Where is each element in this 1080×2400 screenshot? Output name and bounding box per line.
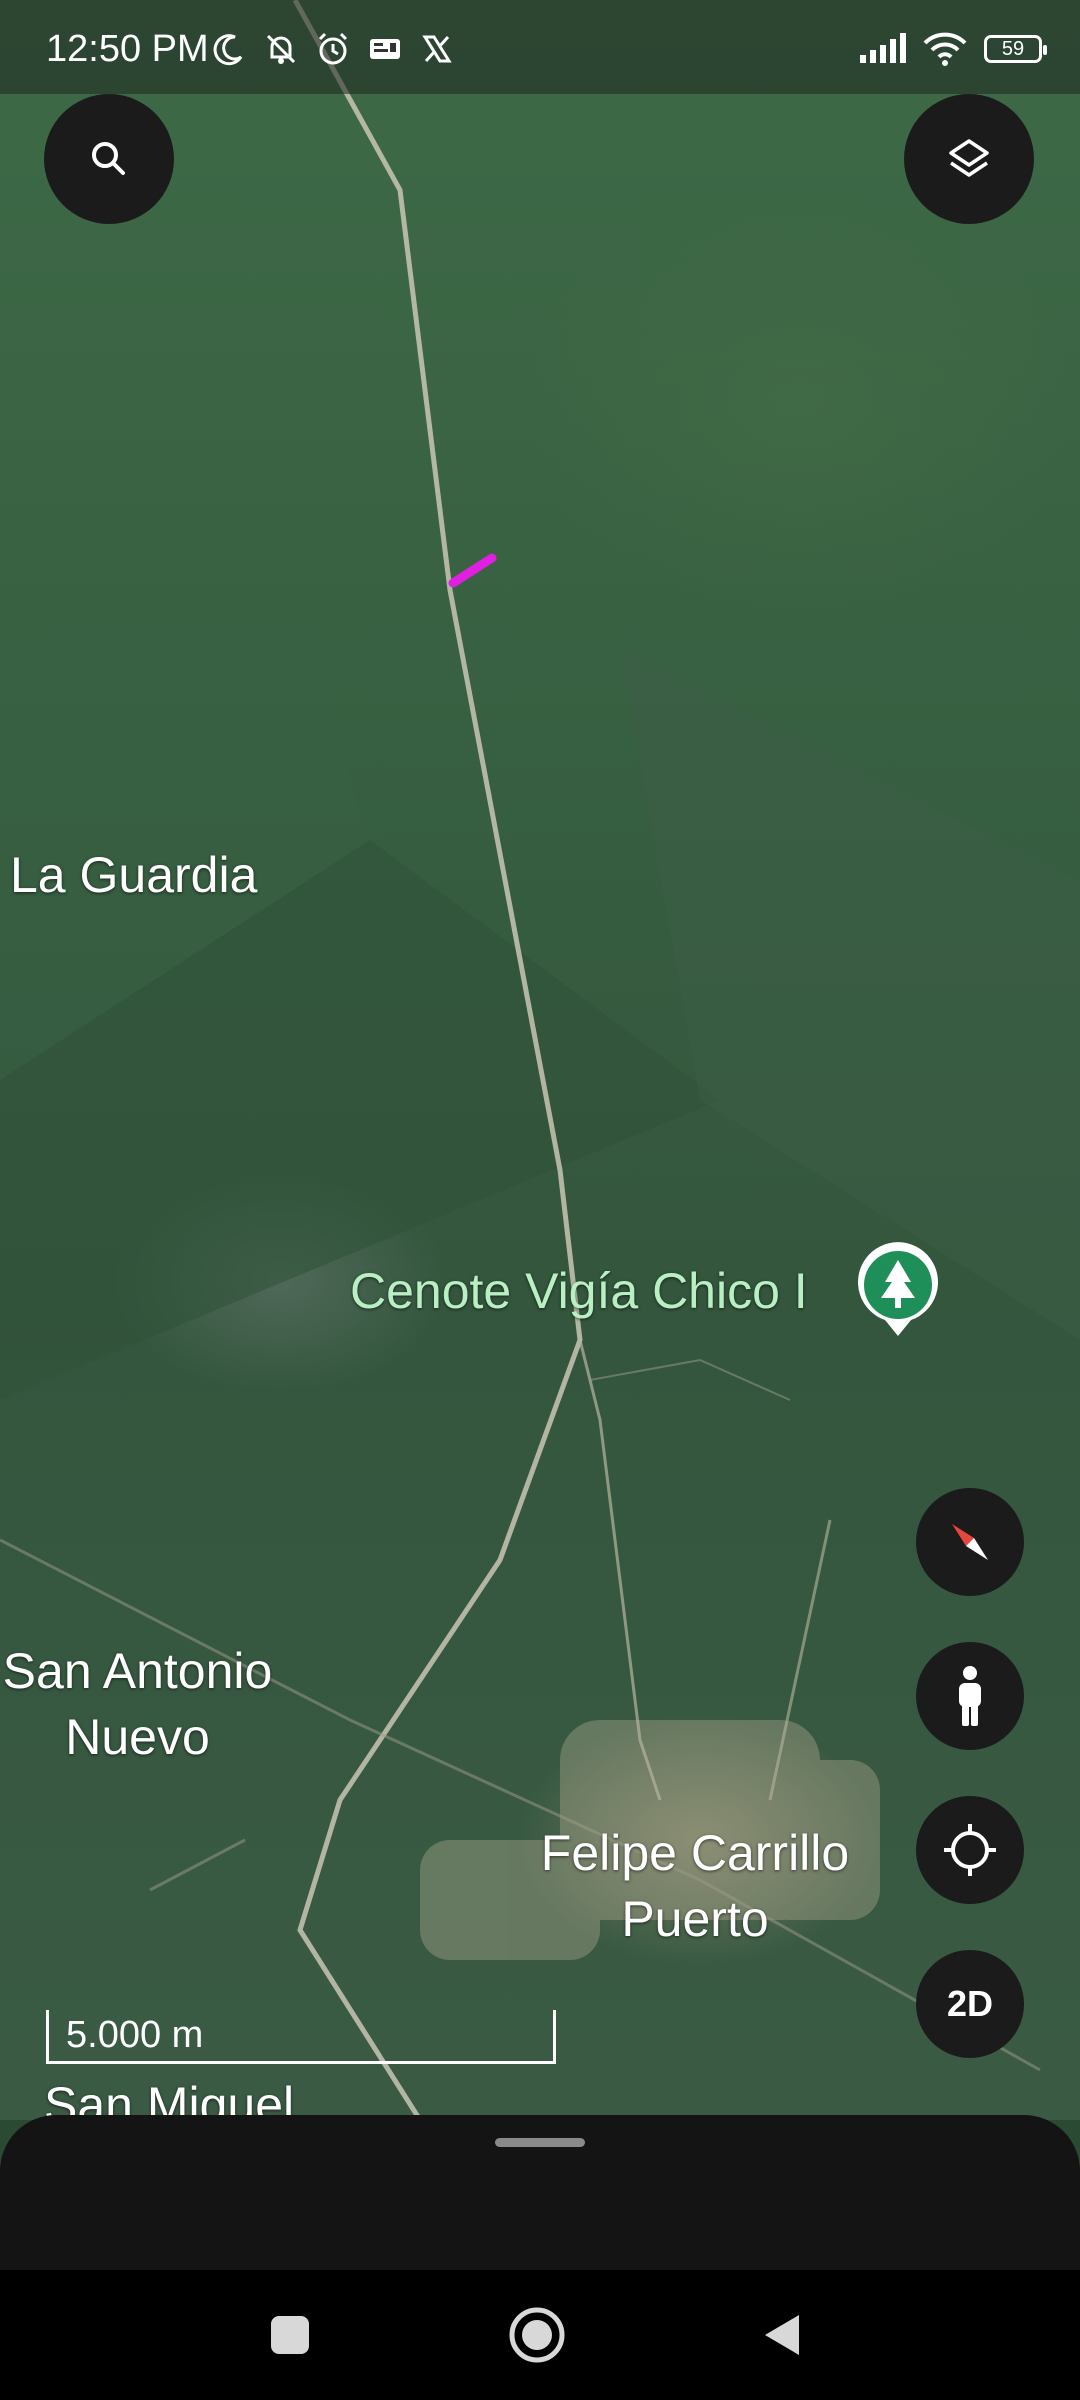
recents-icon	[271, 2316, 309, 2354]
battery-level: 59	[1001, 37, 1025, 60]
map-terrain	[0, 0, 1080, 2120]
search-button[interactable]	[44, 94, 174, 224]
alarm-icon	[314, 30, 352, 68]
battery-icon: 59	[984, 35, 1047, 63]
navigation-bar	[0, 2270, 1080, 2400]
status-icons-left	[210, 30, 456, 68]
search-icon	[92, 142, 125, 175]
pegman-icon	[959, 1666, 981, 1726]
poi-marker[interactable]	[855, 1240, 941, 1340]
signal-icon	[858, 30, 906, 68]
moon-icon	[210, 30, 248, 68]
scale-label: 5.000 m	[66, 2014, 204, 2056]
place-label-la-guardia: La Guardia	[10, 847, 258, 903]
sheet-drag-handle[interactable]	[495, 2138, 585, 2147]
view-mode-button[interactable]: 2D	[916, 1950, 1024, 2058]
layers-button[interactable]	[904, 94, 1034, 224]
tree-icon	[858, 1242, 938, 1336]
home-icon	[509, 2307, 565, 2363]
status-icons-right: 59	[858, 30, 1047, 68]
back-button[interactable]	[748, 2300, 818, 2370]
layers-icon	[949, 139, 989, 177]
map-view[interactable]: La Guardia San Antonio Nuevo Felipe Carr…	[0, 0, 1080, 2120]
home-button[interactable]	[502, 2300, 572, 2370]
wifi-icon	[922, 30, 968, 68]
my-location-button[interactable]	[916, 1796, 1024, 1904]
place-label-felipe-carrillo-puerto: Felipe Carrillo Puerto	[540, 1825, 850, 1947]
id-card-icon	[366, 30, 404, 68]
measure-line	[448, 553, 497, 588]
compass-button[interactable]	[916, 1488, 1024, 1596]
x-logo-icon	[418, 30, 456, 68]
status-time: 12:50 PM	[46, 28, 209, 70]
place-label-san-miguel: San Miguel	[44, 2077, 295, 2120]
location-icon	[944, 1824, 996, 1876]
status-bar: 12:50 PM 59	[0, 0, 1080, 94]
compass-icon	[952, 1524, 988, 1560]
poi-label[interactable]: Cenote Vigía Chico I	[350, 1262, 808, 1320]
street-view-button[interactable]	[916, 1642, 1024, 1750]
bell-off-icon	[262, 30, 300, 68]
bottom-sheet[interactable]	[0, 2115, 1080, 2270]
back-icon	[765, 2315, 799, 2355]
recents-button[interactable]	[255, 2300, 325, 2370]
place-label-san-antonio-nuevo: San Antonio Nuevo	[2, 1643, 273, 1765]
